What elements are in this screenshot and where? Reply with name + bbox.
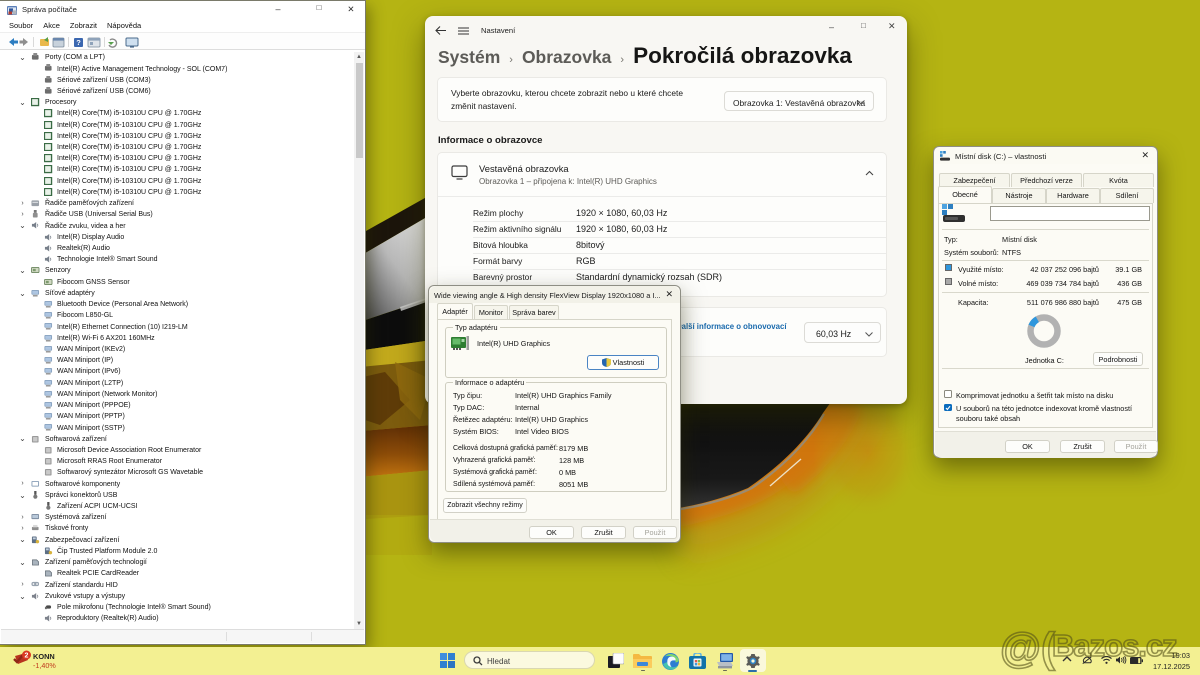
svg-text:?: ? — [76, 38, 81, 47]
svg-text:2: 2 — [25, 653, 29, 660]
